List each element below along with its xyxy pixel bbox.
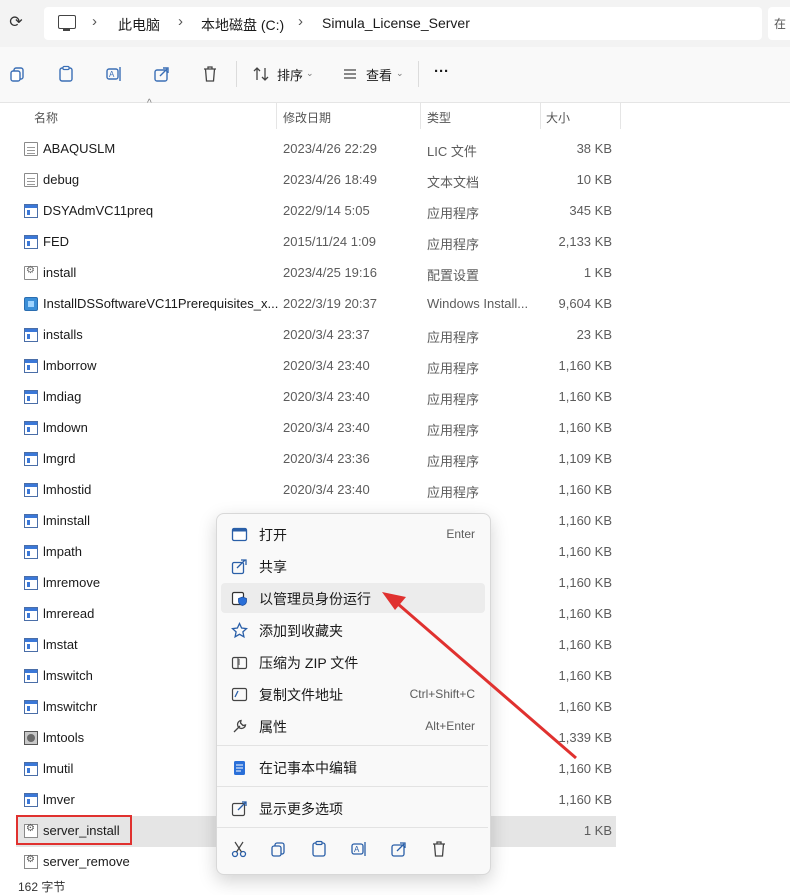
annotation-arrow	[382, 592, 577, 760]
